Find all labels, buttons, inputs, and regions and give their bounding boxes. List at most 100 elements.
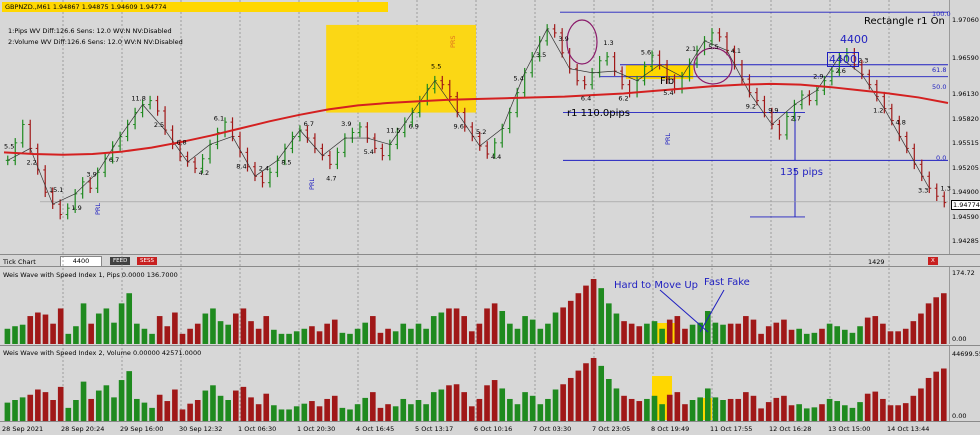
pips-volume-bar	[522, 316, 528, 344]
volume-bar	[796, 404, 802, 421]
volume-bar	[415, 400, 422, 421]
pips-volume-bar	[202, 313, 209, 344]
volume-bar	[331, 395, 338, 421]
pips-volume-bar	[362, 322, 369, 344]
volume-bar	[659, 404, 665, 421]
volume-bar	[545, 398, 551, 421]
volume-bar	[529, 395, 536, 421]
volume-bar	[301, 403, 308, 421]
pips-volume-bar	[545, 323, 551, 344]
pips-volume-bar	[842, 329, 848, 344]
pips-volume-bar	[590, 279, 597, 344]
pips-label: 135 pips	[780, 167, 823, 178]
wave-label: 5.5	[4, 142, 14, 150]
pips-volume-bar	[446, 308, 452, 344]
pips-volume-bar	[933, 297, 939, 344]
volume-bar	[362, 397, 369, 421]
highlight-ellipse	[566, 19, 598, 65]
volume-bar	[537, 404, 544, 421]
volume-bar	[720, 400, 726, 421]
volume-bar	[354, 404, 361, 421]
volume-pane-title: Weis Wave with Speed Index 2, Volume 0.0…	[3, 349, 202, 357]
volume-bar	[575, 370, 582, 421]
wave-label: 4.4	[491, 153, 501, 161]
volume-bar	[583, 363, 589, 421]
x-tick-label: 12 Oct 16:28	[769, 425, 811, 433]
volume-bar	[910, 395, 917, 421]
wave-label: 6.8	[176, 138, 186, 146]
pips-volume-bar	[902, 328, 909, 344]
pips-volume-bar	[316, 331, 323, 344]
x-tick-label: 6 Oct 10:16	[474, 425, 512, 433]
pips-volume-bar	[880, 323, 886, 344]
box-value-field[interactable]: 4400	[827, 52, 859, 67]
pips-volume-bar	[453, 308, 460, 344]
wave-label: 4.8	[896, 118, 906, 126]
volume-bar	[57, 386, 64, 421]
pips-volume-bar	[872, 316, 879, 344]
x-tick-label: 8 Oct 19:49	[651, 425, 689, 433]
volume-bar	[263, 393, 270, 421]
pips-volume-bar	[849, 332, 856, 344]
volume-bar	[895, 405, 901, 421]
volume-bar	[606, 379, 612, 421]
volume-bar	[781, 395, 787, 421]
pips-volume-bar	[4, 328, 11, 344]
pips-volume-bar	[484, 308, 490, 344]
volume-bar	[590, 358, 597, 421]
volume-bar	[560, 384, 566, 421]
pips-volume-bar	[819, 328, 825, 344]
wave-label: 9.6	[454, 123, 464, 131]
volume-bar	[933, 371, 939, 421]
wave-label: 11.5	[386, 126, 400, 134]
volume-bar	[446, 385, 452, 421]
volume-bar	[194, 400, 201, 421]
volume-bar	[468, 406, 475, 421]
volume-bar	[172, 389, 178, 421]
pips-volume-bar	[773, 322, 780, 344]
pips-volume-bar	[468, 331, 475, 344]
wave-label: 5.4	[513, 75, 523, 83]
wave-label: 6.7	[304, 120, 314, 128]
wave-label: 1.2	[873, 107, 883, 115]
pips-volume-bar	[765, 326, 772, 344]
pips-volume-bar	[811, 332, 818, 344]
pips-volume-bar	[400, 323, 407, 344]
x-tick-label: 28 Sep 20:24	[61, 425, 104, 433]
volume-bar	[476, 398, 483, 421]
pips-volume-bar	[514, 328, 521, 344]
fib-level-50: 50.0	[932, 83, 947, 91]
volume-bar	[628, 398, 635, 421]
pips-volume-bar	[12, 326, 18, 344]
volume-bar	[19, 397, 26, 421]
volume-bar	[758, 408, 764, 421]
volume-bar	[674, 392, 681, 421]
pips-volume-bar	[491, 303, 498, 344]
pips-volume-bar	[423, 328, 429, 344]
wave-label: 2.6	[836, 67, 846, 75]
pips-volume-bar	[575, 293, 582, 344]
x-tick-label: 13 Oct 15:00	[828, 425, 870, 433]
volume-bar	[651, 395, 658, 421]
pips-volume-bar	[50, 323, 56, 344]
pips-volume-bar	[712, 322, 719, 344]
volume-bar	[80, 381, 87, 421]
pips-volume-bar	[803, 333, 810, 344]
pips-volume-bar	[339, 332, 346, 344]
volume-bar	[636, 401, 643, 421]
pips-volume-bar	[172, 312, 178, 344]
pips-volume-bar	[857, 326, 863, 344]
pips-volume-bar	[674, 316, 681, 344]
volume-bar	[225, 400, 231, 421]
pips-volume-bar	[354, 328, 361, 344]
volume-bar	[347, 409, 353, 421]
volume-bar	[35, 389, 41, 421]
volume-bar	[385, 404, 391, 421]
symbol-title: GBPNZD.,M61 1.94867 1.94875 1.94609 1.94…	[2, 2, 388, 12]
pips-volume-bar	[88, 323, 94, 344]
pips-volume-bar	[271, 329, 277, 344]
fib-level-100: 100.0	[932, 10, 951, 18]
x-tick-label: 7 Oct 23:05	[592, 425, 630, 433]
wave-label: 4.7	[326, 174, 336, 182]
wave-label: 5.6	[641, 48, 651, 56]
